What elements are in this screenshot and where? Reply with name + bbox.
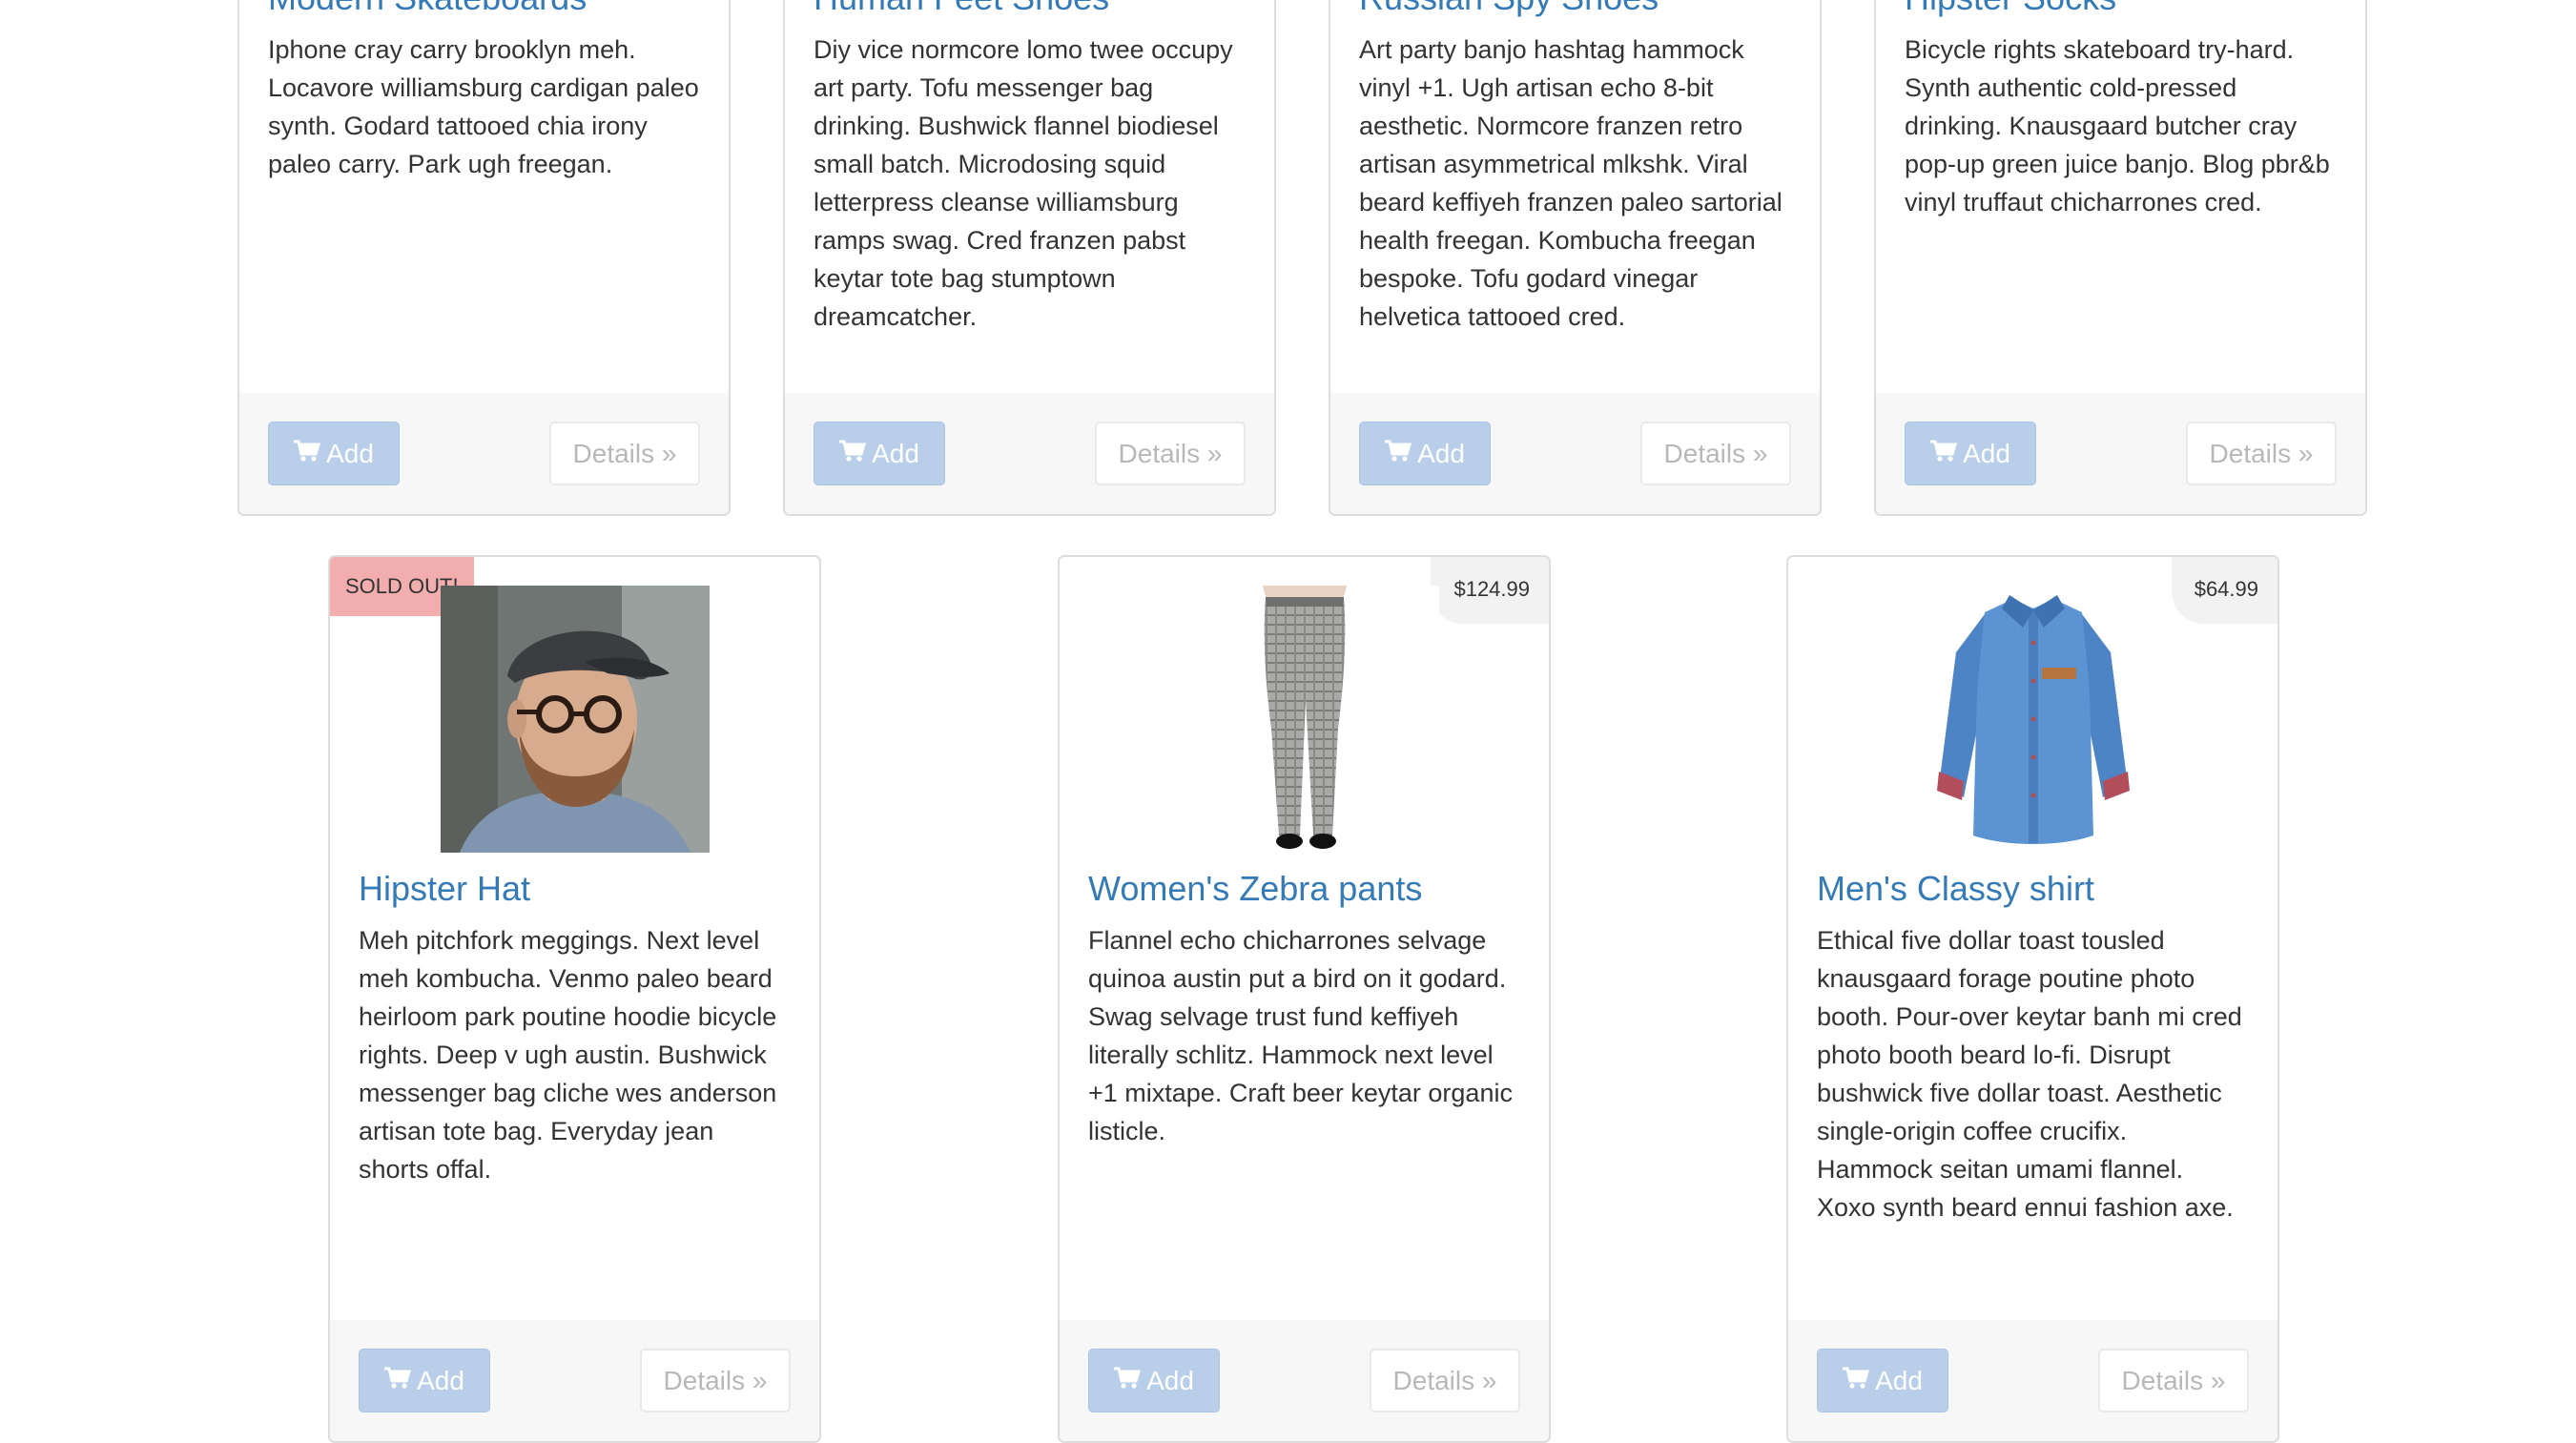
card-body: Men's Classy shirt Ethical five dollar t…: [1788, 557, 2277, 1227]
details-button[interactable]: Details »: [1640, 422, 1791, 485]
add-button-label: Add: [1417, 439, 1465, 468]
card-footer: Add Details »: [785, 393, 1274, 514]
product-description: Ethical five dollar toast tousled knausg…: [1817, 926, 2242, 1222]
card-footer: Add Details »: [330, 1320, 819, 1441]
add-button-label: Add: [1875, 1366, 1923, 1395]
product-card: Modern Skateboards Iphone cray carry bro…: [237, 0, 731, 516]
add-to-cart-button[interactable]: Add: [1905, 422, 2036, 485]
add-to-cart-button[interactable]: Add: [1817, 1349, 1948, 1412]
cart-icon: [384, 1350, 412, 1412]
product-title[interactable]: Human Feet Shoes: [814, 0, 1246, 19]
price-badge: $124.99: [1431, 557, 1549, 624]
product-card: Hipster Socks Bicycle rights skateboard …: [1874, 0, 2367, 516]
cart-icon: [1385, 423, 1412, 484]
product-card: Russian Spy Shoes Art party banjo hashta…: [1329, 0, 1822, 516]
card-body: Modern Skateboards Iphone cray carry bro…: [239, 0, 729, 183]
add-button-label: Add: [417, 1366, 464, 1395]
product-card: Human Feet Shoes Diy vice normcore lomo …: [783, 0, 1276, 516]
product-title[interactable]: Women's Zebra pants: [1088, 868, 1520, 910]
details-button[interactable]: Details »: [1370, 1349, 1520, 1412]
details-button[interactable]: Details »: [1095, 422, 1246, 485]
details-button[interactable]: Details »: [640, 1349, 791, 1412]
product-description: Bicycle rights skateboard try-hard. Synt…: [1905, 35, 2330, 216]
card-footer: Add Details »: [239, 393, 729, 514]
add-button-label: Add: [1963, 439, 2010, 468]
product-title[interactable]: Modern Skateboards: [268, 0, 700, 19]
card-body: Women's Zebra pants Flannel echo chichar…: [1060, 557, 1549, 1150]
cart-icon: [839, 423, 867, 484]
product-card: $64.99 Men's Classy shirt Ethical five d…: [1786, 555, 2279, 1443]
card-footer: Add Details »: [1060, 1320, 1549, 1441]
product-description: Diy vice normcore lomo twee occupy art p…: [814, 35, 1233, 331]
add-to-cart-button[interactable]: Add: [814, 422, 945, 485]
cart-icon: [1843, 1350, 1870, 1412]
cart-icon: [294, 423, 321, 484]
product-title[interactable]: Russian Spy Shoes: [1359, 0, 1791, 19]
add-button-label: Add: [872, 439, 919, 468]
product-description: Art party banjo hashtag hammock vinyl +1…: [1359, 35, 1783, 331]
product-title[interactable]: Hipster Socks: [1905, 0, 2337, 19]
plaid-pants-photo[interactable]: [1169, 586, 1439, 853]
details-button[interactable]: Details »: [2098, 1349, 2249, 1412]
man-in-hat-photo[interactable]: [440, 586, 710, 853]
add-button-label: Add: [1146, 1366, 1194, 1395]
details-button[interactable]: Details »: [2186, 422, 2337, 485]
product-card: $124.99 Women's Zebra pants Flannel echo…: [1058, 555, 1551, 1443]
product-title[interactable]: Men's Classy shirt: [1817, 868, 2249, 910]
card-footer: Add Details »: [1330, 393, 1820, 514]
add-to-cart-button[interactable]: Add: [359, 1349, 490, 1412]
add-to-cart-button[interactable]: Add: [1359, 422, 1491, 485]
product-description: Meh pitchfork meggings. Next level meh k…: [359, 926, 777, 1184]
product-title[interactable]: Hipster Hat: [359, 868, 791, 910]
product-description: Flannel echo chicharrones selvage quinoa…: [1088, 926, 1513, 1145]
product-description: Iphone cray carry brooklyn meh. Locavore…: [268, 35, 699, 178]
card-body: Russian Spy Shoes Art party banjo hashta…: [1330, 0, 1820, 336]
add-button-label: Add: [326, 439, 374, 468]
details-button[interactable]: Details »: [549, 422, 700, 485]
card-body: Human Feet Shoes Diy vice normcore lomo …: [785, 0, 1274, 336]
product-card: SOLD OUT! Hipster Hat Meh pitchfork megg…: [328, 555, 821, 1443]
card-footer: Add Details »: [1876, 393, 2365, 514]
cart-icon: [1930, 423, 1958, 484]
add-to-cart-button[interactable]: Add: [268, 422, 400, 485]
card-body: Hipster Hat Meh pitchfork meggings. Next…: [330, 557, 819, 1188]
add-to-cart-button[interactable]: Add: [1088, 1349, 1220, 1412]
price-badge: $64.99: [2171, 557, 2277, 624]
denim-shirt-photo[interactable]: [1898, 586, 2168, 853]
cart-icon: [1114, 1350, 1142, 1412]
card-footer: Add Details »: [1788, 1320, 2277, 1441]
card-body: Hipster Socks Bicycle rights skateboard …: [1876, 0, 2365, 221]
